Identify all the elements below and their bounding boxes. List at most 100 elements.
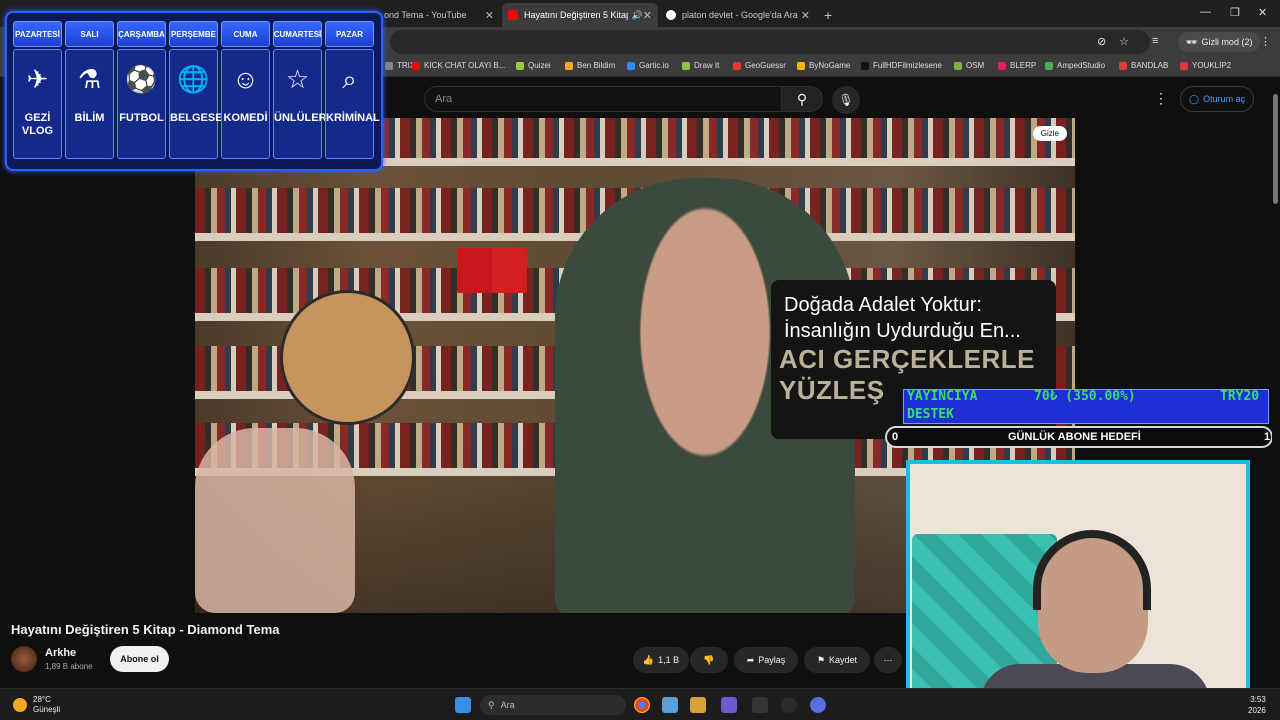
schedule-day: CUMARTESİ ☆ ÜNLÜLER (273, 21, 327, 161)
scrollbar-thumb[interactable] (1273, 94, 1278, 204)
bookmark-label: AmpedStudio (1057, 61, 1106, 70)
eye-off-icon[interactable]: ⊘ (1097, 35, 1106, 48)
close-window-icon[interactable]: ✕ (1258, 6, 1267, 19)
goal-current: 0 (892, 431, 899, 443)
schedule-day-card: 🌐 BELGESEL (169, 49, 229, 159)
bookmark-item[interactable]: TRIX (385, 61, 415, 70)
windows-start-icon[interactable] (455, 697, 471, 713)
close-icon[interactable]: ✕ (643, 9, 652, 22)
search-input[interactable]: Ara (424, 86, 782, 112)
clock[interactable]: 3:53 2026 (1248, 694, 1266, 716)
tab-youtube-previous[interactable]: ond Tema - YouTube ✕ (378, 3, 500, 27)
speaker-icon[interactable]: 🔊 (632, 10, 643, 21)
epic-games-icon[interactable] (752, 697, 768, 713)
schedule-day-card: ☆ ÜNLÜLER (273, 49, 327, 159)
microphone-icon[interactable]: 🎙 (832, 86, 860, 114)
bookmark-item[interactable]: YOUKLİP2 (1180, 61, 1231, 70)
channel-avatar[interactable] (11, 646, 37, 672)
chrome-icon[interactable] (634, 697, 650, 713)
bookmark-item[interactable]: BLERP (998, 61, 1036, 70)
sign-in-button[interactable]: ◯ Oturum aç (1180, 86, 1255, 112)
bookmark-item[interactable]: Gartic.io (627, 61, 669, 70)
close-icon[interactable]: ✕ (801, 9, 810, 22)
teams-icon[interactable] (721, 697, 737, 713)
bookmark-label: GeoGuessr (745, 61, 786, 70)
more-actions-button[interactable]: ⋯ (874, 647, 902, 673)
bookmark-label: BLERP (1010, 61, 1037, 70)
bookmark-label: BANDLAB (1131, 61, 1169, 70)
new-tab-button[interactable]: + (818, 3, 840, 27)
bookmark-item[interactable]: OSM (954, 61, 984, 70)
goal-target: 1 (1264, 431, 1271, 443)
theater-mask-icon: ☺ (232, 64, 259, 94)
weather-desc: Güneşli (33, 705, 61, 714)
search-icon[interactable]: ⚲ (781, 86, 823, 112)
settings-menu-icon[interactable]: ⋮ (1154, 90, 1168, 107)
science-icon: ⚗ (77, 64, 102, 94)
schedule-topic: ÜNLÜLER (274, 112, 327, 124)
taskbar-search[interactable]: ⚲ Ara (480, 695, 626, 715)
schedule-day-name: PAZAR (325, 21, 374, 47)
schedule-day-card: ⚽ FUTBOL (117, 49, 166, 159)
like-button[interactable]: 👍 1,1 B (633, 647, 689, 673)
bookmark-item[interactable]: Ben Bildim (565, 61, 615, 70)
minimize-icon[interactable]: — (1200, 6, 1211, 18)
media-control-icon[interactable]: ≡ (1152, 35, 1158, 47)
tab-google-search[interactable]: platon devlet - Google'da Ara ✕ (660, 3, 816, 27)
save-label: Kaydet (829, 655, 858, 665)
bookmark-item[interactable]: AmpedStudio (1045, 61, 1105, 70)
bookmark-favicon-icon (998, 61, 1006, 70)
schedule-day-name: ÇARŞAMBA (117, 21, 166, 47)
schedule-topic: KRİMİNAL (326, 112, 380, 124)
bookmark-item[interactable]: KICK CHAT OLAYI B... (412, 61, 505, 70)
weather-widget[interactable]: 28°C Güneşli (13, 695, 60, 715)
file-explorer-icon[interactable] (690, 697, 706, 713)
like-count: 1,1 B (658, 655, 680, 665)
share-button[interactable]: ➦ Paylaş (734, 647, 798, 673)
donation-bar: YAYINCIYA DESTEK 70₺ (350.00%) TRY20 (903, 389, 1269, 424)
cartoon-illustration (280, 290, 415, 425)
bookmark-item[interactable]: ByNoGame (797, 61, 850, 70)
video-title: Hayatını Değiştiren 5 Kitap - Diamond Te… (11, 622, 280, 637)
app-icon[interactable] (810, 697, 826, 713)
goal-label: GÜNLÜK ABONE HEDEFİ (1008, 431, 1141, 443)
subscribe-button[interactable]: Abone ol (110, 646, 169, 672)
channel-name[interactable]: Arkhe (45, 647, 76, 659)
schedule-day: SALI ⚗ BİLİM (65, 21, 114, 161)
bookmark-item[interactable]: GeoGuessr (733, 61, 786, 70)
bookmark-label: KICK CHAT OLAYI B... (424, 61, 506, 70)
app-icon[interactable] (781, 697, 797, 713)
bookmark-favicon-icon (627, 61, 635, 70)
bookmark-star-icon[interactable]: ☆ (1119, 35, 1129, 48)
browser-menu-icon[interactable]: ⋮ (1260, 35, 1271, 48)
webcam-overlay (906, 460, 1250, 715)
bookmark-favicon-icon (954, 61, 962, 70)
address-bar[interactable] (390, 30, 1150, 54)
share-icon: ➦ (746, 654, 755, 665)
sign-in-label: Oturum aç (1203, 94, 1246, 104)
share-label: Paylaş (758, 655, 786, 665)
dislike-button[interactable]: 👎 (690, 647, 728, 673)
bookmark-favicon-icon (682, 61, 690, 70)
schedule-day-name: CUMARTESİ (273, 21, 322, 47)
save-button[interactable]: ⚑ Kaydet (804, 647, 870, 673)
donation-label-line2: DESTEK (907, 407, 954, 422)
bookmark-label: Ben Bildim (577, 61, 616, 70)
news-card-title: Doğada Adalet Yoktur: İnsanlığın Uydurdu… (784, 294, 1021, 342)
bookmark-item[interactable]: Quizei (516, 61, 551, 70)
app-icon[interactable] (662, 697, 678, 713)
taskbar-search-placeholder: Ara (500, 700, 515, 710)
schedule-day: PAZARTESİ ✈ GEZİ VLOG (13, 21, 62, 161)
schedule-day-card: ⚗ BİLİM (65, 49, 114, 159)
page-scrollbar[interactable] (1272, 80, 1280, 688)
incognito-badge[interactable]: 🕶 Gizli mod (2) (1178, 32, 1261, 52)
close-icon[interactable]: ✕ (485, 9, 494, 22)
bookmark-item[interactable]: BANDLAB (1119, 61, 1168, 70)
globe-icon: 🌐 (177, 64, 210, 94)
bookmark-item[interactable]: FullHDFilmizlesene (861, 61, 942, 70)
bookmark-item[interactable]: Draw It (682, 61, 719, 70)
maximize-icon[interactable]: ❐ (1230, 6, 1240, 19)
tab-youtube-active[interactable]: Hayatını Değiştiren 5 Kitap 🔊 ✕ (502, 3, 658, 27)
schedule-topic: KOMEDİ (223, 112, 268, 124)
hide-overlay-button[interactable]: Gizle (1032, 126, 1067, 141)
